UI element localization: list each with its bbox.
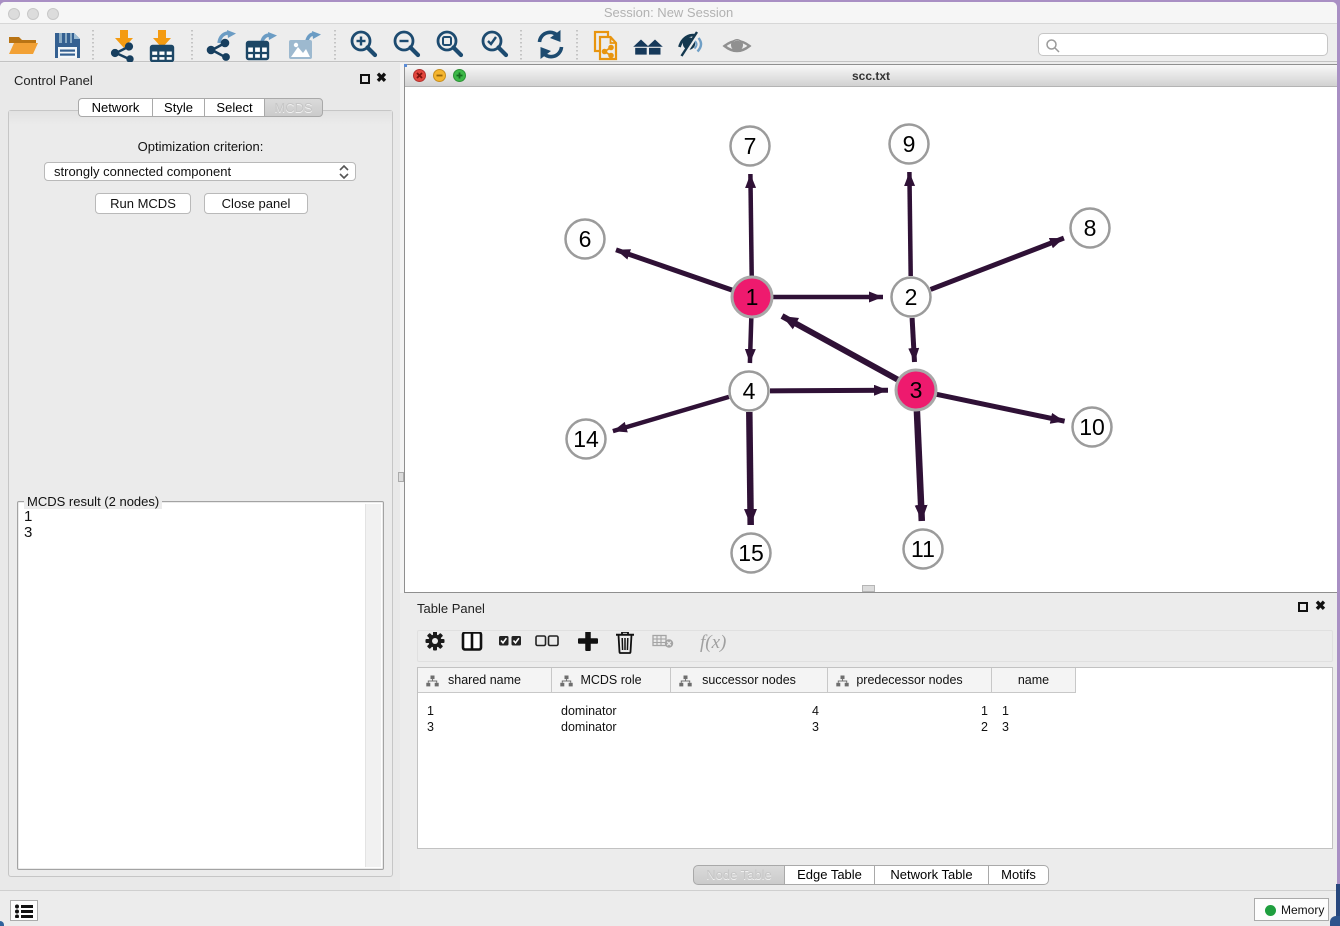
svg-text:4: 4 xyxy=(743,378,756,404)
svg-text:2: 2 xyxy=(905,284,918,310)
svg-text:15: 15 xyxy=(738,540,764,566)
svg-text:3: 3 xyxy=(910,377,923,403)
svg-text:10: 10 xyxy=(1079,414,1105,440)
svg-text:f(x): f(x) xyxy=(700,632,726,653)
svg-text:11: 11 xyxy=(911,536,935,562)
svg-text:9: 9 xyxy=(903,131,916,157)
svg-text:7: 7 xyxy=(744,133,757,159)
svg-text:6: 6 xyxy=(579,226,592,252)
svg-text:14: 14 xyxy=(573,426,599,452)
svg-text:8: 8 xyxy=(1084,215,1097,241)
svg-text:1: 1 xyxy=(746,284,759,310)
